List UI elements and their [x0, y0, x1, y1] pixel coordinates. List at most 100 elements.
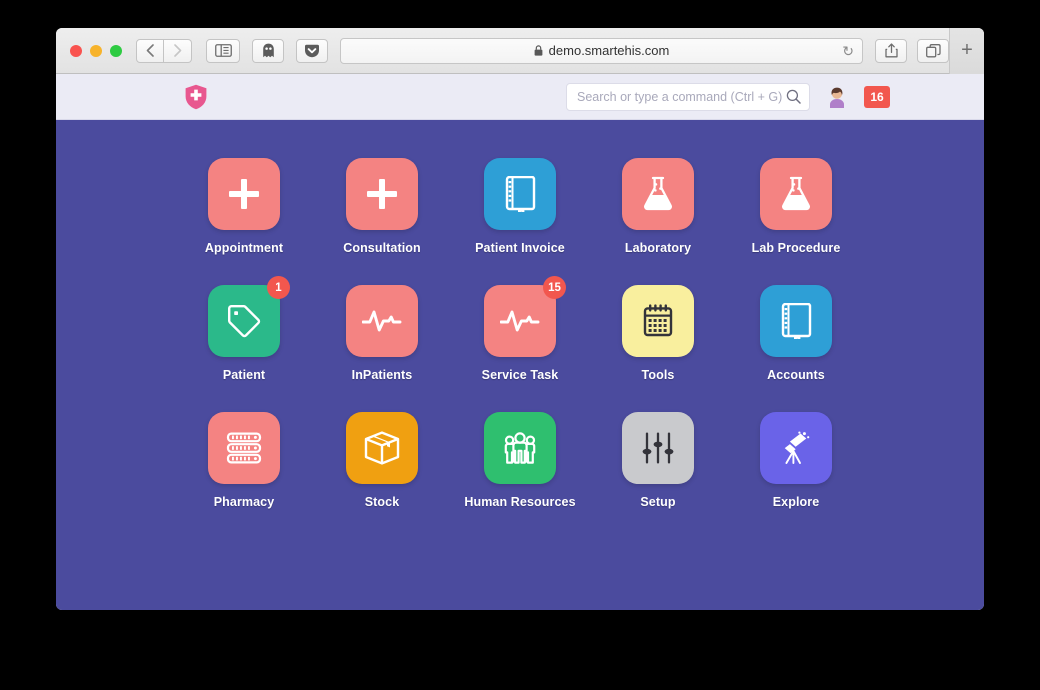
share-icon: [885, 43, 898, 58]
shield-cross-logo: [184, 84, 208, 110]
tile-icon-wrapper: [760, 285, 832, 357]
tile-button[interactable]: [622, 158, 694, 230]
ghostery-button[interactable]: [252, 39, 284, 63]
page-viewport: 16 Appointment Consultation Patient Invoic…: [56, 74, 984, 610]
app-header-right: 16: [566, 83, 890, 111]
tile-label: Lab Procedure: [752, 241, 841, 255]
tile-label: Pharmacy: [214, 495, 275, 509]
tile-badge: 15: [543, 276, 566, 299]
browser-toolbar: demo.smartehis.com ↻ +: [56, 28, 984, 74]
pocket-icon: [304, 44, 320, 58]
tile-button[interactable]: [346, 285, 418, 357]
app-logo[interactable]: [184, 84, 208, 110]
tile-label: Patient: [223, 368, 265, 382]
tile-label: Human Resources: [464, 495, 575, 509]
flask-icon: [779, 176, 813, 212]
app-tile[interactable]: InPatients: [313, 285, 451, 382]
tile-label: Service Task: [482, 368, 559, 382]
share-button[interactable]: [875, 39, 907, 63]
tile-icon-wrapper: [760, 412, 832, 484]
tile-badge: 1: [267, 276, 290, 299]
tile-button[interactable]: [208, 412, 280, 484]
show-tabs-button[interactable]: [917, 39, 949, 63]
book-icon: [780, 303, 812, 339]
avatar-icon: [826, 86, 848, 108]
tile-button[interactable]: [622, 285, 694, 357]
tile-button[interactable]: [346, 158, 418, 230]
tile-button[interactable]: [760, 158, 832, 230]
app-tile[interactable]: Lab Procedure: [727, 158, 865, 255]
app-tile[interactable]: 15Service Task: [451, 285, 589, 382]
app-tile[interactable]: Pharmacy: [175, 412, 313, 509]
minimize-window-button[interactable]: [90, 45, 102, 57]
tile-button[interactable]: [484, 285, 556, 357]
tile-label: Setup: [640, 495, 675, 509]
tile-icon-wrapper: [760, 158, 832, 230]
maximize-window-button[interactable]: [110, 45, 122, 57]
tabs-icon: [926, 44, 941, 58]
pocket-button[interactable]: [296, 39, 328, 63]
tile-button[interactable]: [760, 412, 832, 484]
tile-icon-wrapper: 1: [208, 285, 280, 357]
chevron-left-icon: [146, 44, 154, 57]
tile-icon-wrapper: [622, 285, 694, 357]
flask-icon: [641, 176, 675, 212]
box-icon: [364, 431, 400, 465]
tile-icon-wrapper: [346, 412, 418, 484]
app-header: 16: [56, 74, 984, 120]
app-tile[interactable]: Appointment: [175, 158, 313, 255]
forward-button[interactable]: [164, 39, 192, 63]
tile-icon-wrapper: [346, 285, 418, 357]
app-tile[interactable]: Human Resources: [451, 412, 589, 509]
tile-label: Tools: [642, 368, 675, 382]
ghost-icon: [262, 43, 275, 58]
window-controls: [70, 45, 122, 57]
address-bar[interactable]: demo.smartehis.com ↻: [340, 38, 863, 64]
app-tile[interactable]: Explore: [727, 412, 865, 509]
tile-label: Laboratory: [625, 241, 691, 255]
calendar-icon: [641, 304, 675, 338]
tile-label: Accounts: [767, 368, 825, 382]
chevron-right-icon: [174, 44, 182, 57]
search-box[interactable]: [566, 83, 810, 111]
back-button[interactable]: [136, 39, 164, 63]
tile-icon-wrapper: [346, 158, 418, 230]
sliders-icon: [642, 432, 674, 464]
tile-button[interactable]: [346, 412, 418, 484]
app-tile[interactable]: Laboratory: [589, 158, 727, 255]
close-window-button[interactable]: [70, 45, 82, 57]
app-tile[interactable]: Stock: [313, 412, 451, 509]
notifications-badge[interactable]: 16: [864, 86, 890, 108]
tile-label: Patient Invoice: [475, 241, 565, 255]
tile-button[interactable]: [208, 158, 280, 230]
sidebar-toggle-button[interactable]: [206, 39, 240, 63]
plus-icon: [364, 176, 400, 212]
reload-button[interactable]: ↻: [842, 44, 854, 58]
new-tab-button[interactable]: +: [949, 28, 984, 74]
app-tile[interactable]: Tools: [589, 285, 727, 382]
app-tile[interactable]: Consultation: [313, 158, 451, 255]
app-tile-grid: Appointment Consultation Patient Invoice La…: [56, 120, 984, 509]
sidebar-icon: [215, 44, 232, 57]
search-input[interactable]: [577, 90, 786, 104]
url-display: demo.smartehis.com: [534, 43, 670, 58]
tile-button[interactable]: [622, 412, 694, 484]
tile-icon-wrapper: [622, 412, 694, 484]
book-icon: [504, 176, 536, 212]
tile-label: Explore: [773, 495, 820, 509]
tile-label: Appointment: [205, 241, 283, 255]
magnifier-icon: [786, 89, 801, 104]
tile-button[interactable]: [484, 412, 556, 484]
tile-button[interactable]: [208, 285, 280, 357]
user-avatar[interactable]: [826, 86, 848, 108]
app-tile[interactable]: Setup: [589, 412, 727, 509]
app-tile[interactable]: Accounts: [727, 285, 865, 382]
telescope-icon: [778, 431, 814, 465]
app-tile[interactable]: 1 Patient: [175, 285, 313, 382]
tile-icon-wrapper: [484, 412, 556, 484]
app-tile[interactable]: Patient Invoice: [451, 158, 589, 255]
tile-button[interactable]: [760, 285, 832, 357]
search-icon[interactable]: [786, 89, 801, 104]
tile-button[interactable]: [484, 158, 556, 230]
tag-icon: [227, 304, 261, 338]
